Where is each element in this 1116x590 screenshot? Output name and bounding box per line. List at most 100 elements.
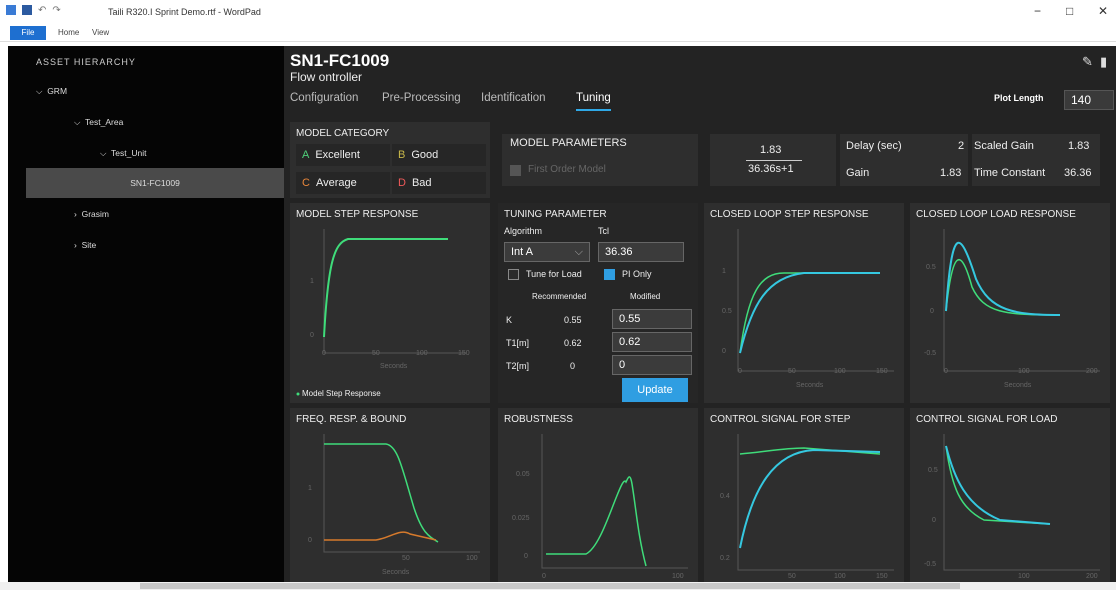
svg-text:100: 100 [672,573,684,580]
t1-recommended: 0.62 [564,338,582,348]
tree-item-test-area[interactable]: ⌵ Test_Area [74,117,123,128]
tree-item-test-unit[interactable]: ⌵ Test_Unit [100,148,146,159]
tree-item-site[interactable]: › Site [74,240,96,250]
tree-item-grm[interactable]: ⌵ GRM [36,86,67,97]
model-step-panel: MODEL STEP RESPONSE 10 0 50 100 150 Seconds… [290,203,490,403]
svg-text:0: 0 [930,308,934,315]
minimize-button[interactable]: − [1034,4,1041,18]
svg-text:200: 200 [1086,368,1098,375]
category-label: Excellent [315,149,360,161]
svg-text:0.5: 0.5 [928,467,938,474]
maximize-button[interactable]: □ [1066,4,1073,18]
scaled-gain-panel: Scaled Gain 1.83 Time Constant 36.36 [972,134,1100,186]
category-average: C Average [296,172,390,194]
tuning-parameter-panel: TUNING PARAMETER Algorithm Tcl Int A ⌵ 36… [498,203,698,403]
tune-for-load-checkbox[interactable] [508,269,519,280]
closed-loop-load-panel: CLOSED LOOP LOAD RESPONSE 0.5 0 -0.5 0 100 2… [910,203,1110,403]
delay-value: 2 [958,140,965,152]
embedded-app: ASSET HIERARCHY ⌵ GRM ⌵ Test_Area ⌵ Test… [8,46,1116,582]
trash-icon[interactable]: ▮ [1100,54,1107,70]
control-load-chart: 0.5 0 -0.5 100 200 [924,434,1100,580]
pi-only-label: PI Only [622,269,652,279]
model-category-title: MODEL CATEGORY [296,128,390,139]
tab-identification[interactable]: Identification [481,92,546,104]
svg-text:Seconds: Seconds [380,363,408,370]
svg-text:-0.5: -0.5 [924,350,936,357]
algorithm-label: Algorithm [504,226,543,236]
redo-icon[interactable]: ↷ [52,5,60,16]
ribbon-tabs: File Home View [0,24,1116,42]
svg-text:0.05: 0.05 [516,471,530,478]
svg-text:0: 0 [322,350,326,357]
svg-text:50: 50 [788,368,796,375]
svg-text:Seconds: Seconds [796,382,824,389]
update-button[interactable]: Update [622,378,688,402]
save-icon[interactable] [22,5,32,15]
delay-gain-panel: Delay (sec) 2 Gain 1.83 [840,134,968,186]
chevron-down-icon: ⌵ [74,117,81,127]
model-step-chart: 1 0 0 50 100 150 Seconds [296,229,470,396]
close-button[interactable]: ✕ [1098,4,1108,18]
t1-input[interactable]: 0.62 [612,332,692,352]
pencil-icon[interactable]: ✎ [1082,54,1093,70]
tcl-input[interactable]: 36.36 [598,242,684,262]
svg-text:1: 1 [308,485,312,492]
closed-loop-step-chart: 1 0.5 0 0 50 100 150 Seconds [722,229,894,389]
svg-text:0: 0 [944,368,948,375]
tree-label: Test_Unit [111,148,147,158]
svg-text:0.5: 0.5 [926,264,936,271]
model-parameters-title: MODEL PARAMETERS [510,137,627,149]
scrollbar-thumb[interactable] [140,583,960,589]
freq-response-chart: 1 0 50 100 Seconds [308,434,480,576]
svg-text:50: 50 [372,350,380,357]
chevron-right-icon: › [74,209,77,219]
horizontal-scrollbar[interactable] [0,582,1116,590]
plot-length-input[interactable]: 140 [1064,90,1114,110]
closed-loop-load-chart: 0.5 0 -0.5 0 100 200 Seconds [924,229,1100,389]
pi-only-checkbox[interactable] [604,269,615,280]
home-tab[interactable]: Home [58,28,79,37]
tab-tuning[interactable]: Tuning [576,92,611,111]
file-tab[interactable]: File [10,26,46,40]
tree-label: GRM [47,86,68,96]
category-label: Bad [411,177,432,189]
svg-text:0: 0 [524,553,528,560]
k-input[interactable]: 0.55 [612,309,692,329]
category-letter: B [398,149,406,161]
first-order-label: First Order Model [528,164,606,175]
first-order-checkbox[interactable] [510,165,521,176]
svg-text:1: 1 [310,278,314,285]
svg-text:0.025: 0.025 [512,515,530,522]
tree-item-grasim[interactable]: › Grasim [74,209,109,219]
time-constant-value: 36.36 [1064,167,1092,179]
svg-text:50: 50 [402,555,410,562]
t2-input[interactable]: 0 [612,355,692,375]
tuning-title: TUNING PARAMETER [504,209,607,220]
algorithm-select[interactable]: Int A ⌵ [504,242,590,262]
t2-label: T2[m] [506,361,530,371]
svg-text:100: 100 [1018,368,1030,375]
tab-pre-processing[interactable]: Pre-Processing [382,92,461,104]
view-tab[interactable]: View [92,28,109,37]
svg-text:0.5: 0.5 [722,308,732,315]
svg-text:200: 200 [1086,573,1098,580]
tab-configuration[interactable]: Configuration [290,92,358,104]
tree-item-sn1-fc1009[interactable]: SN1-FC1009 [26,168,284,198]
wordpad-icon [6,5,16,15]
svg-text:0: 0 [542,573,546,580]
page-title: SN1-FC1009 [290,51,390,70]
plot-length-label: Plot Length [994,93,1044,103]
svg-text:150: 150 [458,350,470,357]
window-title: Taili R320.I Sprint Demo.rtf - WordPad [108,7,261,17]
tree-label: Test_Area [85,117,124,127]
k-recommended: 0.55 [564,315,582,325]
svg-text:0: 0 [310,332,314,339]
asset-sidebar: ASSET HIERARCHY ⌵ GRM ⌵ Test_Area ⌵ Test… [8,46,284,582]
undo-icon[interactable]: ↶ [38,5,46,16]
category-excellent: A Excellent [296,144,390,166]
model-category-panel: MODEL CATEGORY A Excellent B Good C Average… [290,122,490,198]
svg-text:0: 0 [932,517,936,524]
category-letter: D [398,177,406,189]
category-label: Average [315,177,357,189]
t2-recommended: 0 [570,361,576,371]
